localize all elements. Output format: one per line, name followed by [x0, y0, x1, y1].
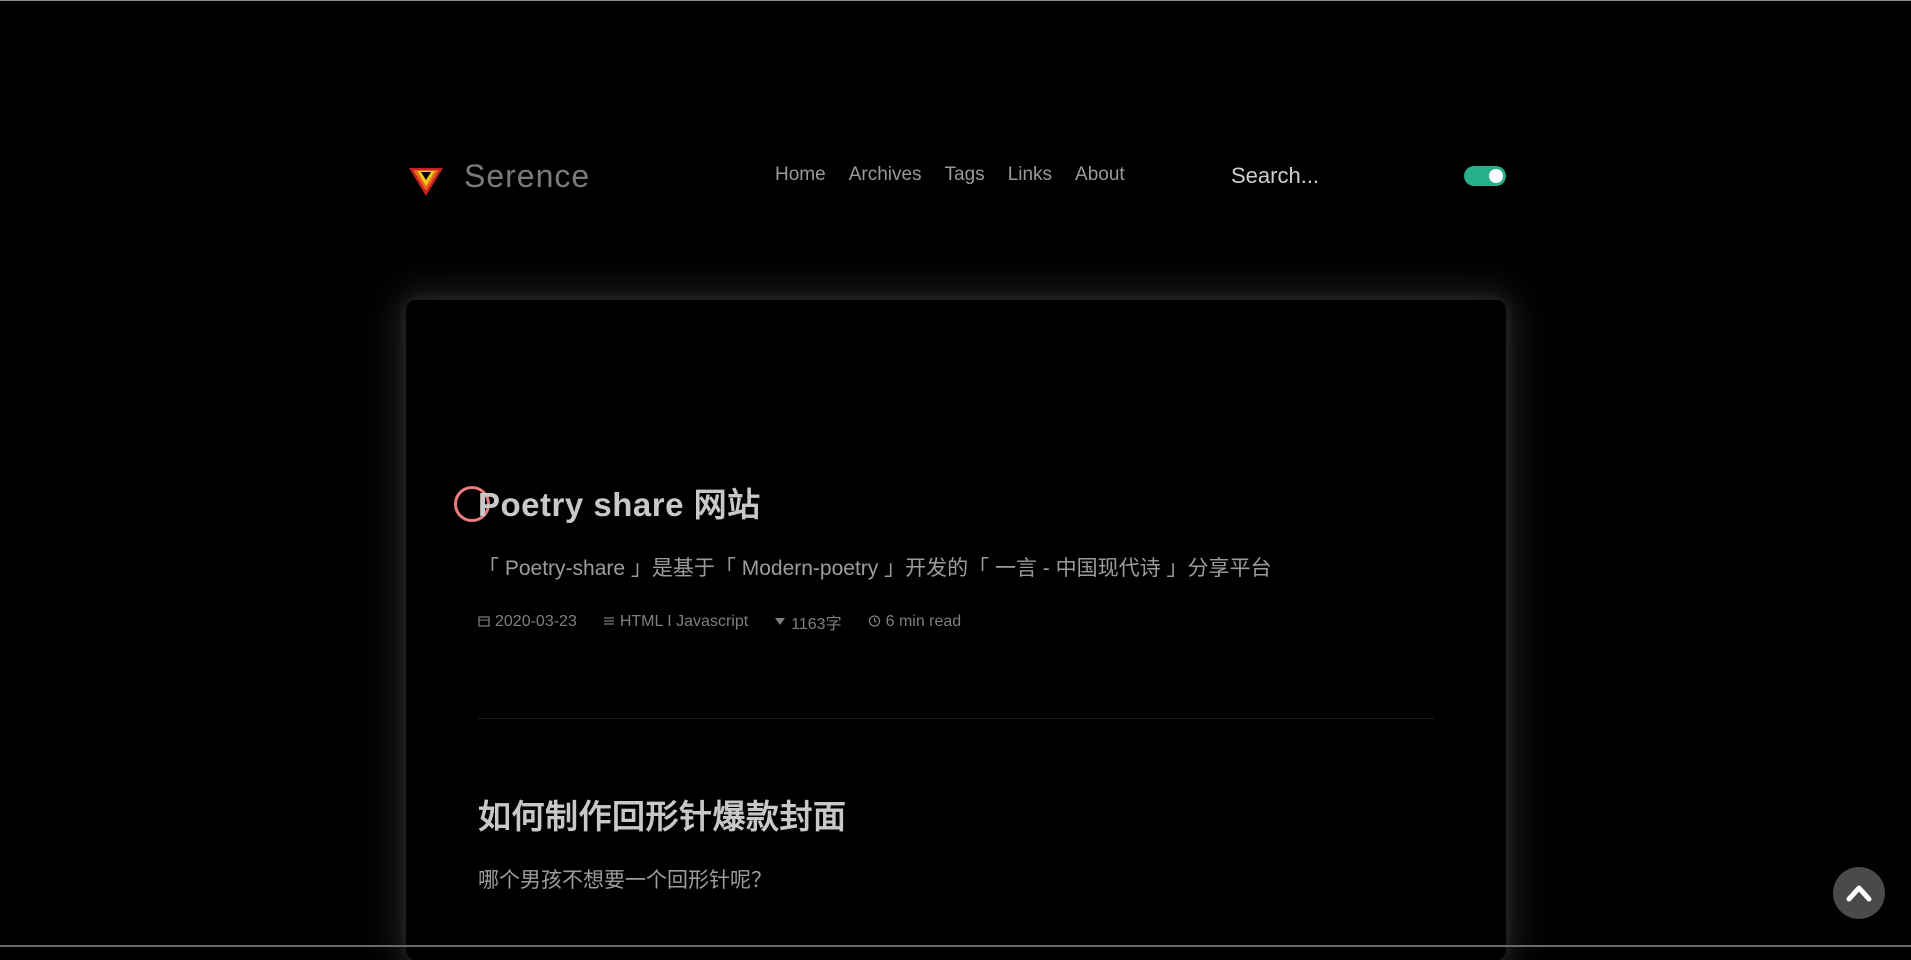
main-nav: Home Archives Tags Links About [775, 164, 1148, 186]
calendar-icon [478, 615, 490, 630]
post-date: 2020-03-23 [478, 613, 577, 631]
nav-links[interactable]: Links [1008, 164, 1052, 186]
post-categories: HTML I Javascript [603, 613, 748, 631]
back-to-top-button[interactable] [1833, 867, 1885, 919]
post-divider [478, 718, 1434, 719]
site-title[interactable]: Serence [464, 158, 590, 195]
post-description: 「 Poetry-share 」是基于「 Modern-poetry 」开发的「… [478, 557, 1272, 580]
post-item: Poetry share 网站 「 Poetry-share 」是基于「 Mod… [478, 478, 1438, 634]
theme-toggle[interactable] [1464, 166, 1506, 186]
triangle-logo-icon [409, 168, 443, 196]
post-item: 如何制作回形针爆款封面 哪个男孩不想要一个回形针呢？ [478, 790, 1438, 894]
chevron-up-icon [1846, 885, 1872, 902]
post-read-time: 6 min read [868, 613, 962, 631]
post-word-count-text: 1163字 [791, 616, 842, 633]
list-icon [603, 615, 615, 630]
site-header: Serence Home Archives Tags Links About [406, 150, 1506, 202]
alarm-clock-icon [868, 614, 881, 630]
post-read-time-text: 6 min read [885, 613, 962, 630]
nav-home[interactable]: Home [775, 164, 826, 186]
nav-about[interactable]: About [1075, 164, 1125, 186]
post-title[interactable]: Poetry share 网站 [478, 478, 1438, 526]
search-input[interactable] [1231, 160, 1431, 192]
caret-down-icon [774, 615, 786, 630]
post-word-count: 1163字 [774, 610, 842, 634]
post-description: 哪个男孩不想要一个回形针呢？ [478, 869, 772, 892]
post-title[interactable]: 如何制作回形针爆款封面 [478, 790, 1438, 838]
post-list-card: Poetry share 网站 「 Poetry-share 」是基于「 Mod… [406, 300, 1506, 960]
toggle-knob [1489, 169, 1503, 183]
nav-archives[interactable]: Archives [849, 164, 922, 186]
post-categories-text[interactable]: HTML I Javascript [620, 613, 748, 631]
post-date-text: 2020-03-23 [495, 613, 577, 630]
nav-tags[interactable]: Tags [945, 164, 985, 186]
site-logo[interactable] [406, 158, 446, 198]
window-top-border [0, 0, 1911, 1]
post-meta: 2020-03-23 HTML I Javascript 1163字 6 min… [478, 610, 1438, 634]
